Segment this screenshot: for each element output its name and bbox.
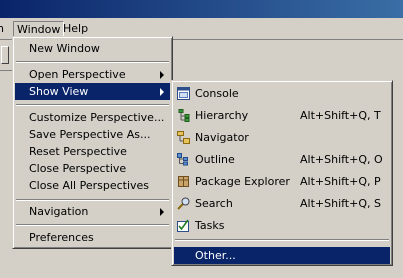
menu-separator	[16, 224, 169, 226]
menu-item-show-view[interactable]: Show View	[15, 83, 170, 100]
window-menu: New Window Open Perspective Show View Cu…	[12, 36, 173, 249]
menu-item-save-perspective[interactable]: Save Perspective As...	[15, 126, 170, 143]
toolbar	[0, 40, 12, 278]
menu-item-label: Close All Perspectives	[29, 179, 150, 192]
menu-item-close-perspective[interactable]: Close Perspective	[15, 160, 170, 177]
menu-item-customize-perspective[interactable]: Customize Perspective...	[15, 109, 170, 126]
menu-item-label: Reset Perspective	[29, 145, 127, 158]
menu-item-label: Console	[195, 87, 239, 100]
menu-separator	[175, 239, 389, 241]
package-explorer-icon	[178, 176, 189, 187]
menu-item-label: Open Perspective	[29, 68, 126, 81]
menu-item-tasks[interactable]: Tasks	[174, 217, 390, 234]
submenu-arrow-icon	[160, 88, 164, 96]
menu-item-package-explorer[interactable]: Package Explorer Alt+Shift+Q, P	[174, 173, 390, 190]
toolbar-button[interactable]	[1, 46, 9, 64]
menu-item-shortcut: Alt+Shift+Q, T	[300, 109, 381, 122]
menu-item-navigation[interactable]: Navigation	[15, 203, 170, 220]
menu-item-console[interactable]: Console	[174, 85, 390, 102]
menu-item-shortcut: Alt+Shift+Q, P	[300, 175, 381, 188]
menu-item-hierarchy[interactable]: Hierarchy Alt+Shift+Q, T	[174, 107, 390, 124]
title-bar	[0, 0, 403, 18]
outline-icon	[177, 153, 188, 166]
menu-item-search[interactable]: Search Alt+Shift+Q, S	[174, 195, 390, 212]
menu-item-shortcut: Alt+Shift+Q, O	[300, 153, 383, 166]
menu-item-close-all-perspectives[interactable]: Close All Perspectives	[15, 177, 170, 194]
menu-item-label: New Window	[29, 42, 100, 55]
menu-item-other[interactable]: Other...	[174, 247, 390, 264]
menu-item-cut[interactable]: n	[0, 21, 7, 37]
menu-item-new-window[interactable]: New Window	[15, 40, 170, 57]
console-icon	[177, 87, 190, 100]
menu-item-label: Search	[195, 197, 233, 210]
menu-item-label: Tasks	[195, 219, 225, 232]
menu-separator	[16, 104, 169, 106]
menu-item-label: Save Perspective As...	[29, 128, 151, 141]
toolbar-divider	[0, 70, 12, 71]
menu-item-label: Other...	[195, 249, 236, 262]
submenu-arrow-icon	[160, 71, 164, 79]
menu-item-preferences[interactable]: Preferences	[15, 229, 170, 246]
tasks-icon	[177, 219, 189, 232]
show-view-submenu: Console Hierarchy Alt+Shift+Q, T Navigat…	[171, 80, 393, 266]
menu-item-label: Navigator	[195, 131, 249, 144]
menu-separator	[16, 61, 169, 63]
menu-help[interactable]: Help	[60, 21, 91, 37]
menu-separator	[16, 199, 169, 201]
menu-item-label: Navigation	[29, 205, 89, 218]
menu-item-navigator[interactable]: Navigator	[174, 129, 390, 146]
menu-item-label: Preferences	[29, 231, 94, 244]
menu-item-reset-perspective[interactable]: Reset Perspective	[15, 143, 170, 160]
menu-item-shortcut: Alt+Shift+Q, S	[300, 197, 381, 210]
menu-item-label: Close Perspective	[29, 162, 127, 175]
menu-item-open-perspective[interactable]: Open Perspective	[15, 66, 170, 83]
menu-window[interactable]: Window	[13, 21, 65, 37]
menu-item-label: Show View	[29, 85, 89, 98]
submenu-arrow-icon	[160, 208, 164, 216]
hierarchy-icon	[178, 109, 190, 122]
menu-item-label: Hierarchy	[195, 109, 249, 122]
navigator-icon	[177, 131, 190, 144]
menu-item-label: Package Explorer	[195, 175, 290, 188]
search-icon	[177, 197, 190, 210]
menu-item-label: Customize Perspective...	[29, 111, 165, 124]
menu-item-outline[interactable]: Outline Alt+Shift+Q, O	[174, 151, 390, 168]
menu-item-label: Outline	[195, 153, 235, 166]
workspace-area	[172, 40, 403, 80]
